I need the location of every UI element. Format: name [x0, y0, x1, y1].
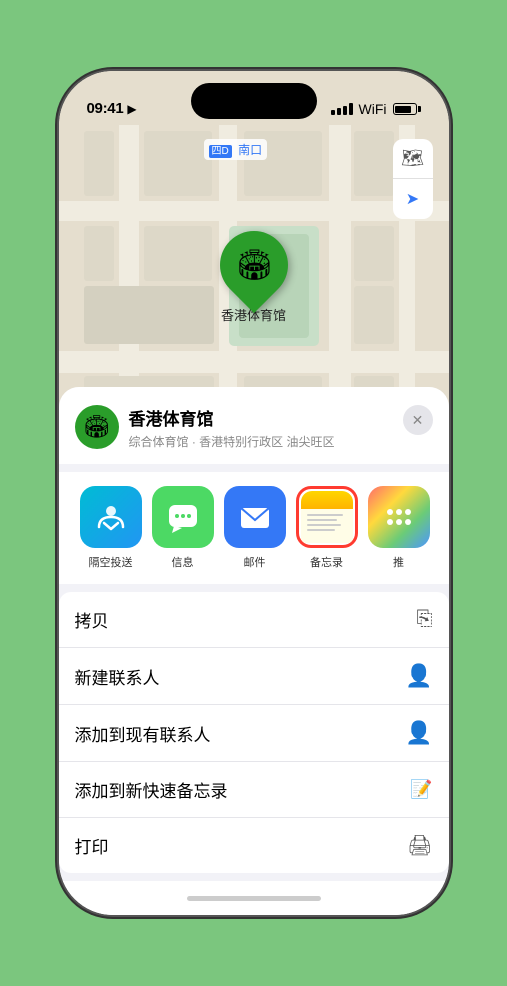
share-item-mail[interactable]: 邮件	[219, 486, 291, 570]
mail-label: 邮件	[244, 554, 266, 570]
action-copy[interactable]: 拷贝 ⎘	[59, 592, 449, 648]
bottom-sheet: 🏟 香港体育馆 综合体育馆 · 香港特别行政区 油尖旺区 ✕	[59, 387, 449, 915]
location-arrow-icon: ▶	[127, 102, 136, 116]
close-button[interactable]: ✕	[403, 405, 433, 435]
new-contact-icon: 👤	[405, 663, 432, 689]
add-notes-label: 添加到新快速备忘录	[75, 777, 228, 802]
stadium-icon: 🏟	[234, 248, 272, 283]
print-label: 打印	[75, 833, 109, 858]
map-label-badge: 四D	[209, 145, 232, 158]
map-controls: 🗺 ➤	[393, 139, 433, 219]
action-list: 拷贝 ⎘ 新建联系人 👤 添加到现有联系人 👤 添加到新快速备忘录 📝 打印	[59, 592, 449, 873]
new-contact-label: 新建联系人	[75, 664, 160, 689]
wifi-icon: WiFi	[359, 101, 387, 117]
share-item-notes[interactable]: 备忘录	[291, 486, 363, 570]
copy-icon: ⎘	[417, 608, 433, 631]
messages-label: 信息	[172, 554, 194, 570]
messages-icon	[152, 486, 214, 548]
notes-label: 备忘录	[310, 554, 343, 570]
place-subtitle: 综合体育馆 · 香港特别行政区 油尖旺区	[129, 433, 335, 450]
notes-inner	[299, 489, 355, 545]
share-row: 隔空投送 信息	[59, 472, 449, 584]
dot	[387, 519, 393, 525]
quick-notes-icon: 📝	[410, 779, 432, 800]
share-item-airdrop[interactable]: 隔空投送	[75, 486, 147, 570]
add-existing-icon: 👤	[405, 720, 432, 746]
share-item-more[interactable]: 推	[363, 486, 435, 570]
more-label: 推	[393, 554, 404, 570]
pin-circle: 🏟	[205, 217, 301, 313]
stadium-place-icon: 🏟	[83, 414, 111, 440]
notes-icon	[296, 486, 358, 548]
airdrop-svg	[93, 499, 129, 535]
dynamic-island	[191, 83, 317, 119]
messages-svg	[164, 498, 202, 536]
notes-line-1	[307, 514, 343, 516]
home-bar	[187, 896, 321, 901]
dot	[405, 509, 411, 515]
map-north-label: 四D 南口	[204, 139, 268, 160]
phone-frame: 09:41 ▶ WiFi	[59, 71, 449, 915]
notes-header	[301, 491, 353, 509]
signal-bars-icon	[331, 103, 353, 115]
dot	[387, 509, 393, 515]
home-indicator	[59, 881, 449, 915]
phone-screen: 09:41 ▶ WiFi	[59, 71, 449, 915]
place-header: 🏟 香港体育馆 综合体育馆 · 香港特别行政区 油尖旺区 ✕	[59, 387, 449, 464]
status-icons: WiFi	[331, 101, 421, 117]
dot	[396, 509, 402, 515]
share-item-messages[interactable]: 信息	[147, 486, 219, 570]
place-name: 香港体育馆	[129, 405, 335, 430]
place-text: 香港体育馆 综合体育馆 · 香港特别行政区 油尖旺区	[129, 405, 335, 450]
place-icon: 🏟	[75, 405, 119, 449]
location-button[interactable]: ➤	[393, 179, 433, 219]
print-icon: 🖨	[407, 833, 432, 858]
notes-line-2	[307, 519, 337, 521]
action-new-contact[interactable]: 新建联系人 👤	[59, 648, 449, 705]
action-add-notes[interactable]: 添加到新快速备忘录 📝	[59, 762, 449, 818]
place-info: 🏟 香港体育馆 综合体育馆 · 香港特别行政区 油尖旺区	[75, 405, 335, 450]
notes-body	[301, 509, 353, 543]
notes-line-3	[307, 524, 341, 526]
more-dots-row2	[387, 519, 411, 525]
notes-line-4	[307, 529, 335, 531]
add-existing-label: 添加到现有联系人	[75, 721, 211, 746]
battery-icon	[393, 103, 421, 115]
airdrop-label: 隔空投送	[89, 554, 133, 570]
more-icon	[368, 486, 430, 548]
copy-label: 拷贝	[75, 607, 109, 632]
map-label-text: 南口	[238, 143, 262, 157]
dot	[405, 519, 411, 525]
mail-icon	[224, 486, 286, 548]
airdrop-icon	[80, 486, 142, 548]
mail-svg	[236, 498, 274, 536]
action-add-existing[interactable]: 添加到现有联系人 👤	[59, 705, 449, 762]
location-pin: 🏟 香港体育馆	[220, 231, 288, 324]
action-print[interactable]: 打印 🖨	[59, 818, 449, 873]
dot	[396, 519, 402, 525]
status-time: 09:41	[87, 100, 124, 117]
map-type-button[interactable]: 🗺	[393, 139, 433, 179]
more-dots-row1	[387, 509, 411, 515]
